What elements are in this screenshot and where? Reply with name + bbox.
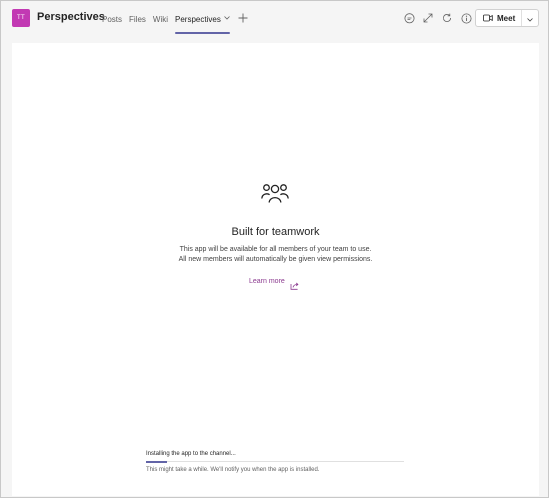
tab-perspectives[interactable]: Perspectives	[175, 1, 230, 37]
app-install-panel: Built for teamwork This app will be avai…	[12, 43, 539, 496]
meet-label: Meet	[497, 13, 516, 23]
team-avatar[interactable]: TT	[12, 9, 30, 27]
meet-control: Meet	[475, 9, 539, 27]
description-line: All new members will automatically be gi…	[178, 256, 373, 263]
info-icon[interactable]	[460, 12, 472, 24]
description-line: This app will be available for all membe…	[179, 246, 372, 253]
tab-posts[interactable]: Posts	[102, 1, 122, 37]
tab-label: Posts	[102, 14, 123, 24]
expand-icon[interactable]	[422, 12, 434, 24]
people-team-icon	[261, 183, 289, 207]
channel-title: Perspectives	[37, 11, 105, 23]
open-external-icon	[290, 277, 299, 290]
learn-more-link[interactable]: Learn more	[249, 277, 299, 290]
refresh-icon[interactable]	[441, 12, 453, 24]
progress-bar	[146, 460, 404, 463]
tab-files[interactable]: Files	[129, 1, 146, 37]
tab-label: Files	[129, 14, 146, 24]
install-progress: Installing the app to the channel... Thi…	[146, 451, 404, 473]
headline: Built for teamwork	[231, 226, 320, 238]
description: This app will be available for all membe…	[12, 245, 539, 265]
tab-label: Perspectives	[175, 14, 221, 24]
header-actions	[403, 12, 479, 24]
video-camera-icon	[483, 9, 493, 27]
tab-label: Wiki	[152, 14, 169, 24]
install-status: Installing the app to the channel...	[146, 451, 236, 457]
learn-more-label: Learn more	[249, 277, 285, 285]
progress-fill	[146, 460, 167, 463]
meet-dropdown[interactable]	[522, 10, 538, 26]
teams-window: TT Perspectives Posts Files Wiki Perspec…	[0, 0, 549, 498]
chevron-down-icon	[527, 9, 533, 27]
plus-icon[interactable]	[237, 11, 249, 25]
meet-button[interactable]: Meet	[476, 9, 523, 27]
chat-icon[interactable]	[403, 12, 415, 24]
channel-tabs: Posts Files Wiki Perspectives	[102, 1, 237, 37]
tab-wiki[interactable]: Wiki	[153, 1, 168, 37]
chevron-down-icon[interactable]	[224, 16, 230, 22]
install-note: This might take a while. We'll notify yo…	[146, 467, 320, 473]
channel-header: TT Perspectives Posts Files Wiki Perspec…	[1, 1, 548, 37]
